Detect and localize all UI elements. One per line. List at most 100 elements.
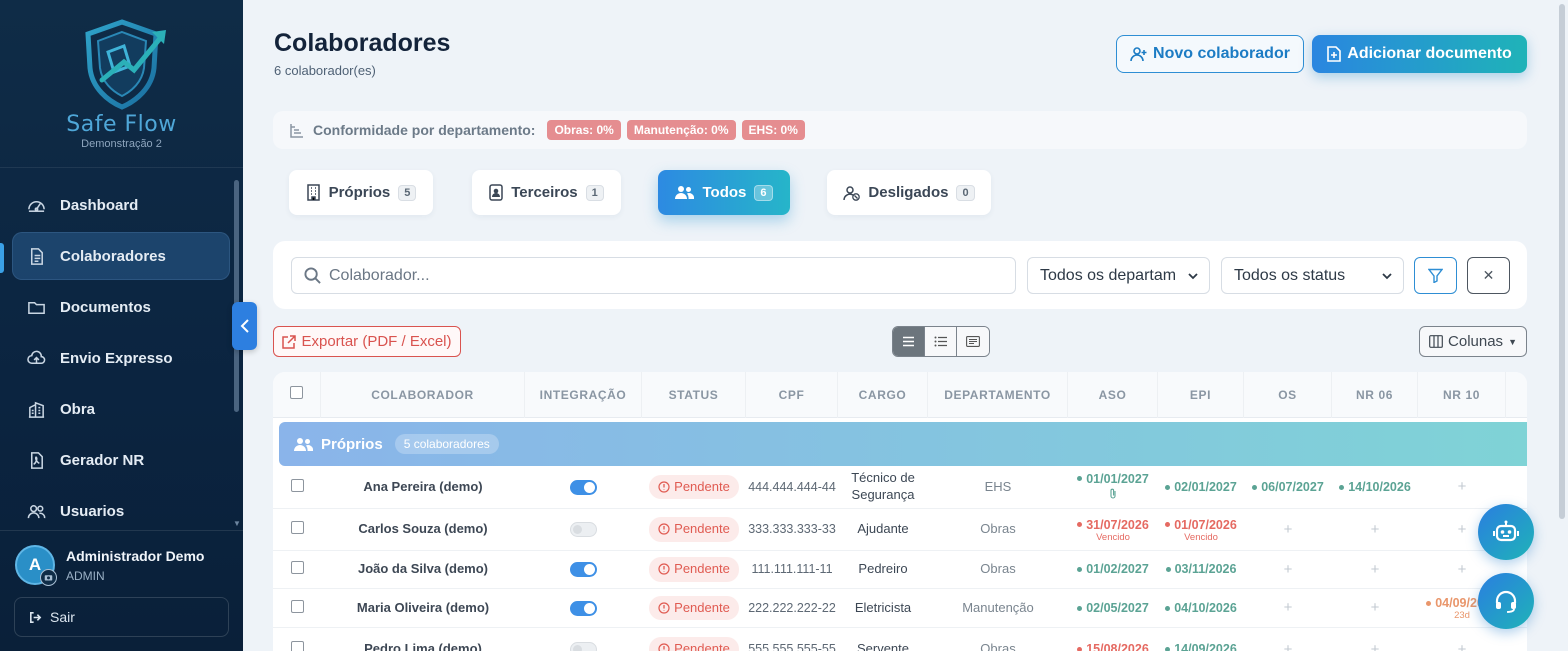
add-document-icon[interactable]: + xyxy=(1458,520,1467,540)
clear-filter-button[interactable]: ✕ xyxy=(1467,257,1510,294)
col-cargo[interactable]: CARGO xyxy=(838,372,928,418)
tab-terceiros[interactable]: Terceiros 1 xyxy=(472,170,621,215)
camera-icon[interactable] xyxy=(40,569,57,586)
add-document-icon[interactable]: + xyxy=(1371,560,1380,580)
add-document-icon[interactable]: + xyxy=(1458,560,1467,580)
integration-toggle[interactable] xyxy=(570,562,597,577)
view-list-button[interactable] xyxy=(925,327,957,356)
col-epi[interactable]: EPI xyxy=(1158,372,1244,418)
col-os[interactable]: OS xyxy=(1244,372,1332,418)
integration-toggle[interactable] xyxy=(570,522,597,537)
paperclip-icon[interactable] xyxy=(1109,487,1117,503)
add-document-button[interactable]: Adicionar documento xyxy=(1312,35,1527,73)
add-document-icon[interactable]: + xyxy=(1284,598,1293,618)
sidebar-item-envio-expresso[interactable]: Envio Expresso xyxy=(12,334,230,382)
col-departamento[interactable]: DEPARTAMENTO xyxy=(928,372,1068,418)
row-checkbox[interactable] xyxy=(290,599,304,613)
collapse-sidebar-button[interactable] xyxy=(232,302,257,350)
nr06-cell[interactable]: + xyxy=(1332,509,1418,550)
add-document-icon[interactable]: + xyxy=(1284,640,1293,651)
row-checkbox[interactable] xyxy=(290,641,304,651)
os-cell[interactable]: + xyxy=(1244,628,1332,651)
aso-cell[interactable]: 02/05/2027 xyxy=(1068,589,1158,627)
table-row[interactable]: Carlos Souza (demo) Pendente 333.333.333-3… xyxy=(273,509,1527,551)
add-document-icon[interactable]: + xyxy=(1458,640,1467,651)
status-select[interactable]: Todos os status xyxy=(1221,257,1404,294)
scroll-down-icon[interactable]: ▼ xyxy=(233,519,241,528)
col-integracao[interactable]: INTEGRAÇÃO xyxy=(525,372,642,418)
aso-cell[interactable]: 01/01/2027 xyxy=(1068,466,1158,508)
sidebar-item-documentos[interactable]: Documentos xyxy=(12,283,230,331)
select-all-checkbox[interactable] xyxy=(290,385,303,399)
col-aso[interactable]: ASO xyxy=(1068,372,1158,418)
os-cell[interactable]: 06/07/2027 xyxy=(1244,466,1332,508)
nr06-cell[interactable]: + xyxy=(1332,551,1418,588)
nr10-cell[interactable]: + xyxy=(1418,466,1506,508)
logout-button[interactable]: Sair xyxy=(14,597,229,637)
nr06-cell[interactable]: 14/10/2026 xyxy=(1332,466,1418,508)
table-row[interactable]: Maria Oliveira (demo) Pendente 222.222.222… xyxy=(273,589,1527,628)
aso-cell[interactable]: 01/02/2027 xyxy=(1068,551,1158,588)
os-cell[interactable]: + xyxy=(1244,509,1332,550)
table-row[interactable]: Pedro Lima (demo) Pendente 555.555.555-55 S… xyxy=(273,628,1527,651)
colaborador-name[interactable]: Maria Oliveira (demo) xyxy=(321,589,525,627)
col-status[interactable]: STATUS xyxy=(642,372,746,418)
support-headset-button[interactable] xyxy=(1478,573,1534,629)
add-document-icon[interactable]: + xyxy=(1284,520,1293,540)
integration-toggle[interactable] xyxy=(570,479,597,495)
add-document-icon[interactable]: + xyxy=(1284,560,1293,580)
add-document-icon[interactable]: + xyxy=(1371,520,1380,540)
search-input[interactable]: Colaborador... xyxy=(291,257,1016,294)
new-colaborador-button[interactable]: Novo colaborador xyxy=(1116,35,1304,73)
nr06-cell[interactable]: + xyxy=(1332,589,1418,627)
integration-toggle[interactable] xyxy=(570,600,597,616)
department-select[interactable]: Todos os departamentos xyxy=(1027,257,1210,294)
view-compact-button[interactable] xyxy=(893,327,925,356)
tab-proprios[interactable]: Próprios 5 xyxy=(289,170,433,215)
col-nr10[interactable]: NR 10 xyxy=(1418,372,1506,418)
nr06-cell[interactable]: + xyxy=(1332,628,1418,651)
colaborador-name[interactable]: João da Silva (demo) xyxy=(321,551,525,588)
tab-desligados[interactable]: Desligados 0 xyxy=(827,170,991,215)
epi-cell[interactable]: 02/01/2027 xyxy=(1158,466,1244,508)
row-checkbox[interactable] xyxy=(290,478,304,492)
sidebar-item-dashboard[interactable]: Dashboard xyxy=(12,181,230,229)
integration-toggle[interactable] xyxy=(570,642,597,651)
colaborador-name[interactable]: Pedro Lima (demo) xyxy=(321,628,525,651)
aso-cell[interactable]: 31/07/2026 Vencido xyxy=(1068,509,1158,550)
colaborador-name[interactable]: Carlos Souza (demo) xyxy=(321,509,525,550)
add-document-icon[interactable]: + xyxy=(1371,640,1380,651)
sidebar-item-gerador-nr[interactable]: Gerador NR xyxy=(12,436,230,484)
epi-cell[interactable]: 04/10/2026 xyxy=(1158,589,1244,627)
epi-cell[interactable]: 14/09/2026 xyxy=(1158,628,1244,651)
group-header-proprios[interactable]: Próprios 5 colaboradores xyxy=(279,422,1527,466)
colaborador-name[interactable]: Ana Pereira (demo) xyxy=(321,466,525,508)
row-checkbox[interactable] xyxy=(290,561,304,574)
sidebar-item-usuarios[interactable]: Usuarios xyxy=(12,487,230,535)
sidebar-scrollbar[interactable] xyxy=(234,180,239,412)
col-cpf[interactable]: CPF xyxy=(746,372,838,418)
tab-todos[interactable]: Todos 6 xyxy=(658,170,790,215)
apply-filter-button[interactable] xyxy=(1414,257,1457,294)
col-colaborador[interactable]: COLABORADOR xyxy=(321,372,525,418)
nr10-cell[interactable]: + xyxy=(1418,628,1506,651)
columns-dropdown[interactable]: Colunas ▼ xyxy=(1419,326,1527,357)
add-document-icon[interactable]: + xyxy=(1371,598,1380,618)
col-nr06[interactable]: NR 06 xyxy=(1332,372,1418,418)
add-document-icon[interactable]: + xyxy=(1458,477,1467,497)
page-scrollbar[interactable] xyxy=(1559,4,1565,519)
robot-assistant-button[interactable] xyxy=(1478,504,1534,560)
epi-cell[interactable]: 01/07/2026 Vencido xyxy=(1158,509,1244,550)
os-cell[interactable]: + xyxy=(1244,589,1332,627)
os-cell[interactable]: + xyxy=(1244,551,1332,588)
sidebar-item-colaboradores[interactable]: Colaboradores xyxy=(12,232,230,280)
sidebar-item-obra[interactable]: Obra xyxy=(12,385,230,433)
avatar[interactable]: A xyxy=(15,545,57,586)
table-row[interactable]: João da Silva (demo) Pendente 111.111.111-… xyxy=(273,551,1527,589)
aso-cell[interactable]: 15/08/2026 xyxy=(1068,628,1158,651)
row-checkbox[interactable] xyxy=(290,521,304,534)
epi-cell[interactable]: 03/11/2026 xyxy=(1158,551,1244,588)
export-button[interactable]: Exportar (PDF / Excel) xyxy=(273,326,461,357)
table-row[interactable]: Ana Pereira (demo) Pendente 444.444.444-44… xyxy=(273,466,1527,509)
view-detail-button[interactable] xyxy=(957,327,989,356)
